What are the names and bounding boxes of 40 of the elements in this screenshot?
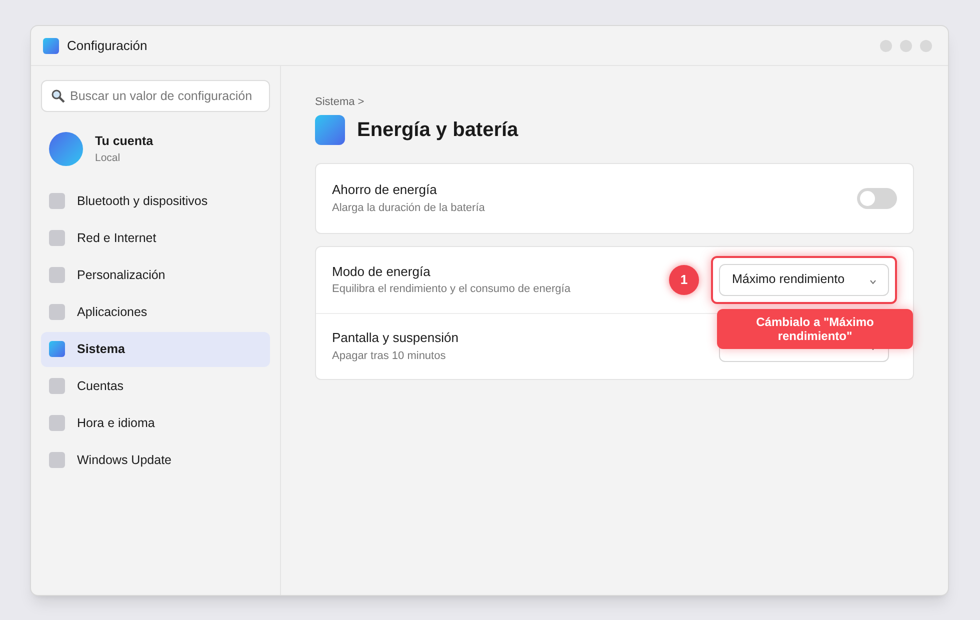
category-icon bbox=[49, 230, 65, 246]
page-title: Energía y batería bbox=[357, 118, 518, 142]
tooltip: Cámbialo a "Máximo rendimiento" bbox=[717, 308, 913, 348]
sidebar-item[interactable]: Hora e idioma bbox=[41, 406, 270, 440]
page-icon bbox=[315, 114, 345, 144]
category-icon bbox=[49, 452, 65, 468]
search-field[interactable]: Buscar un valor de configuración bbox=[41, 80, 270, 112]
setting-title: Ahorro de energía bbox=[332, 181, 438, 199]
category-icon bbox=[49, 304, 65, 320]
sidebar-item[interactable]: Windows Update bbox=[41, 442, 270, 478]
sidebar-item[interactable]: Aplicaciones bbox=[41, 294, 270, 330]
setting-subtitle: Apagar tras 10 minutos bbox=[332, 348, 447, 364]
sidebar-item[interactable]: Cuentas bbox=[41, 368, 270, 404]
category-icon bbox=[49, 341, 65, 357]
account-type: Local bbox=[95, 150, 122, 166]
category-icon bbox=[49, 267, 65, 283]
sidebar-item[interactable]: Sistema bbox=[41, 332, 270, 366]
window-title: Configuración bbox=[67, 36, 148, 55]
setting-subtitle: Equilibra el rendimiento y el consumo de energía bbox=[332, 282, 570, 297]
category-icon bbox=[49, 193, 65, 209]
avatar bbox=[49, 132, 83, 166]
breadcrumb[interactable]: Sistema > bbox=[315, 94, 364, 110]
setting-subtitle: Alarga la duración de la batería bbox=[332, 200, 485, 216]
sidebar-item[interactable]: Red e Internet bbox=[41, 220, 270, 256]
window-control[interactable] bbox=[900, 40, 912, 52]
toggle-switch[interactable] bbox=[857, 188, 897, 208]
sidebar-item[interactable]: Bluetooth y dispositivos bbox=[41, 184, 270, 218]
sidebar-item[interactable]: Personalización bbox=[41, 258, 270, 292]
app-icon bbox=[43, 38, 59, 54]
search-icon bbox=[51, 89, 65, 103]
dropdown[interactable]: Máximo rendimiento bbox=[719, 264, 889, 296]
window-control[interactable] bbox=[920, 40, 932, 52]
account-name: Tu cuenta bbox=[95, 133, 154, 150]
caret-icon bbox=[870, 280, 876, 284]
window-control[interactable] bbox=[880, 40, 892, 52]
step-badge: 1 bbox=[669, 264, 699, 294]
category-icon bbox=[49, 378, 65, 394]
setting-title: Pantalla y suspensión bbox=[332, 329, 458, 347]
category-icon bbox=[49, 415, 65, 431]
setting-title: Modo de energía bbox=[332, 262, 432, 281]
